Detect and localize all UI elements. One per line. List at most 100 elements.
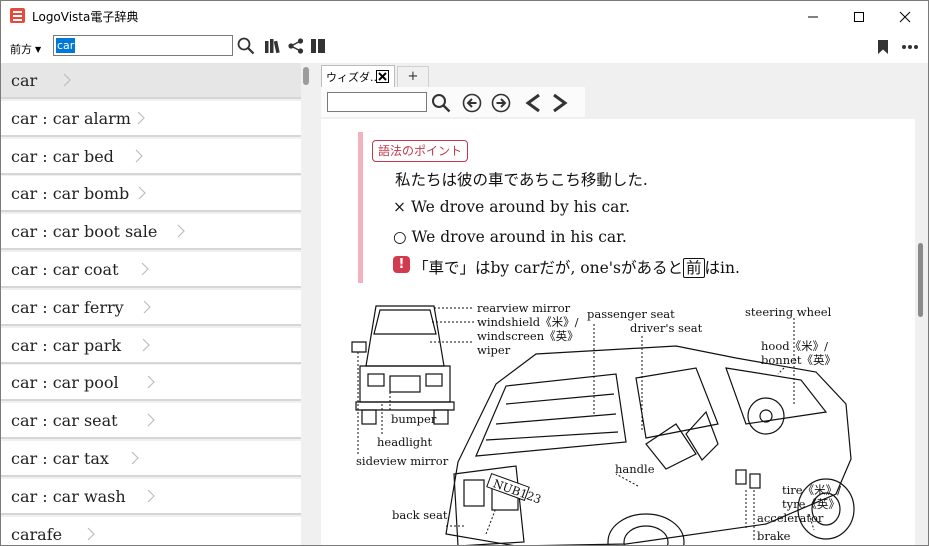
chevron-right-icon (141, 262, 149, 276)
minimize-button[interactable] (790, 1, 836, 32)
result-label: car (11, 71, 38, 90)
label-windscreen: windscreen《英》 (477, 329, 579, 343)
label-hood: hood《米》/ (761, 339, 828, 353)
label-handle: handle (615, 462, 655, 476)
result-item[interactable]: car : car bed (1, 139, 301, 175)
result-label: car : car seat (11, 411, 118, 430)
chevron-right-icon (135, 149, 143, 163)
result-item[interactable]: carafe (1, 517, 301, 545)
right-mark: ○ (393, 228, 407, 246)
wrong-example: We drove around by his car. (410, 198, 631, 216)
entry-nav-bar (321, 87, 585, 117)
chevron-right-icon (63, 73, 71, 87)
minimize-icon (808, 16, 818, 18)
content-scrollbar-thumb[interactable] (918, 243, 923, 317)
usage-badge: 語法のポイント (372, 140, 469, 162)
close-icon (378, 72, 387, 81)
result-item[interactable]: car : car bomb (1, 176, 301, 212)
result-item[interactable]: car (1, 63, 301, 99)
chevron-right-icon (131, 451, 139, 465)
right-example-line: ○ We drove around in his car. (393, 228, 627, 246)
result-label: car : car tax (11, 449, 109, 468)
car-illustration: NUB123 rearview mirror windshield《米》/ wi… (351, 301, 855, 545)
example-ja: 私たちは彼の車であちこち移動した. (395, 171, 648, 189)
label-passenger-seat: passenger seat (587, 307, 675, 321)
chevron-right-icon (147, 489, 155, 503)
chevron-right-icon (147, 375, 155, 389)
result-label: car : car bomb (11, 184, 130, 203)
result-item[interactable]: car : car ferry (1, 290, 301, 326)
wrong-mark: × (393, 198, 406, 216)
label-tire: tire《米》/ (782, 483, 841, 497)
note-after: はin. (704, 259, 740, 277)
label-wiper: wiper (477, 343, 511, 357)
result-label: car : car coat (11, 260, 119, 279)
results-scrollbar-thumb[interactable] (303, 67, 309, 85)
chevron-down-icon: ▼ (35, 45, 42, 54)
window-title: LogoVista電子辞典 (32, 10, 139, 24)
app-logo-icon (10, 8, 25, 23)
chevron-right-icon (177, 224, 185, 238)
close-icon (899, 11, 911, 23)
result-item[interactable]: car : car alarm (1, 101, 301, 137)
note-line: 「車で」はby carだが, one'sがあると前はin. (413, 256, 740, 278)
search-icon[interactable] (431, 93, 451, 113)
result-label: carafe (11, 525, 63, 544)
close-button[interactable] (882, 1, 928, 32)
result-item[interactable]: car : car tax (1, 441, 301, 477)
add-tab-button[interactable]: + (397, 66, 429, 87)
tab-label: ウィズダ... (326, 71, 381, 84)
result-item[interactable]: car : car wash (1, 479, 301, 515)
result-label: car : car park (11, 336, 122, 355)
result-item[interactable]: car : car boot sale (1, 214, 301, 250)
next-entry-icon[interactable] (491, 93, 511, 113)
result-item[interactable]: car : car park (1, 328, 301, 364)
more-icon[interactable] (901, 44, 919, 50)
wrong-example-line: × We drove around by his car. (393, 198, 630, 216)
chevron-right-icon (87, 527, 95, 541)
in-entry-search-input[interactable] (327, 92, 427, 112)
label-back-seat: back seat (392, 508, 448, 522)
right-example: We drove around in his car. (411, 228, 627, 246)
back-arrow-icon[interactable] (524, 93, 542, 113)
books-icon[interactable] (264, 38, 282, 54)
search-icon[interactable] (237, 37, 255, 55)
share-icon[interactable] (288, 38, 304, 54)
result-label: car : car ferry (11, 298, 124, 317)
label-brake: brake (757, 529, 791, 543)
result-label: car : car bed (11, 147, 114, 166)
label-drivers-seat: driver's seat (630, 321, 703, 335)
result-item[interactable]: car : car coat (1, 252, 301, 288)
result-item[interactable]: car : car seat (1, 403, 301, 439)
app-window: LogoVista電子辞典 前方 ▼ car car car: car ala… (0, 0, 929, 546)
chevron-right-icon (143, 300, 151, 314)
usage-note-bar (358, 132, 363, 283)
bookmark-icon[interactable] (877, 39, 889, 55)
chevron-right-icon (138, 186, 146, 200)
result-label: car : car boot sale (11, 222, 158, 241)
result-item[interactable]: car : car pool (1, 365, 301, 401)
maximize-button[interactable] (836, 1, 882, 32)
result-label: car : car pool (11, 373, 119, 392)
back-dropdown[interactable]: 前方 ▼ (10, 41, 41, 57)
content-scrollbar[interactable] (915, 119, 926, 545)
label-accelerator: accelerator (757, 511, 824, 525)
label-steering-wheel: steering wheel (745, 305, 832, 319)
forward-arrow-icon[interactable] (551, 93, 569, 113)
back-label: 前方 (10, 43, 32, 56)
chevron-right-icon (137, 111, 145, 125)
result-label: car : car alarm (11, 109, 131, 128)
results-scrollbar[interactable] (302, 63, 311, 545)
search-input[interactable]: car (53, 35, 233, 56)
tab-close-button[interactable] (376, 70, 389, 83)
results-pane: car car : car alarm car : car bed car : car… (1, 63, 315, 545)
label-bumper: bumper (391, 412, 437, 426)
previous-entry-icon[interactable] (462, 93, 482, 113)
entry-content: 語法のポイント 私たちは彼の車であちこち移動した. × We drove aro… (321, 119, 915, 545)
tab-wisdom[interactable]: ウィズダ... (321, 65, 395, 87)
label-rearview-mirror: rearview mirror (477, 301, 571, 315)
content-pane: ウィズダ... + 語法のポイント 私たちは彼の車であちこち移動した. × We… (315, 63, 928, 545)
panel-toggle-icon[interactable] (310, 38, 326, 54)
maximize-icon (854, 12, 864, 22)
chevron-right-icon (142, 338, 150, 352)
